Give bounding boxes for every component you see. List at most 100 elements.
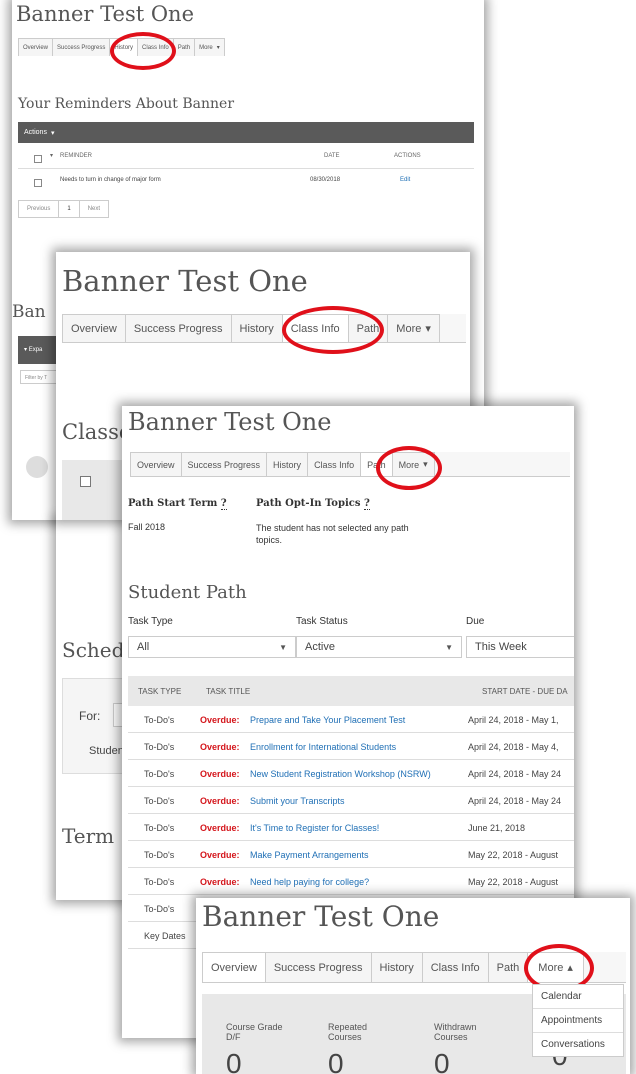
tab-history[interactable]: History [230,314,283,342]
expand-label: Expa [28,347,43,353]
tab-bar: Overview Success Progress History Class … [62,314,466,343]
tab-history[interactable]: History [266,452,309,476]
task-type-cell: To-Do's [144,877,175,887]
task-type-select[interactable]: All ▼ [128,636,296,658]
tab-success-progress[interactable]: Success Progress [264,952,372,982]
task-dates-cell: April 24, 2018 - May 1, [468,715,559,725]
task-dates-cell: June 21, 2018 [468,823,526,833]
col-dates[interactable]: START DATE - DUE DA [482,687,568,696]
tab-overview[interactable]: Overview [130,452,182,476]
task-type-cell: To-Do's [144,715,175,725]
task-dates-cell: April 24, 2018 - May 24 [468,769,562,779]
table-row: Needs to turn in change of major form 08… [18,170,474,190]
stat-course-grade: Course Grade D/F 0 [226,1022,286,1074]
table-row: To-Do's Overdue: Enrollment for Internatio… [128,733,574,760]
table-row: To-Do's Overdue: Make Payment Arrangements… [128,841,574,868]
tab-class-info[interactable]: Class Info [307,452,362,476]
task-type-value: All [137,641,150,653]
reminder-text: Needs to turn in change of major form [60,177,161,183]
edit-link[interactable]: Edit [400,177,410,183]
for-label: For: [79,709,101,723]
overdue-label: Overdue: [200,850,240,860]
col-task-title[interactable]: TASK TITLE [206,687,250,696]
task-title-link[interactable]: Prepare and Take Your Placement Test [250,715,405,725]
stat-label: Repeated Courses [328,1022,368,1042]
opt-in-text: Path Opt-In Topics [256,498,361,509]
table-row: To-Do's Overdue: Prepare and Take Your Pla… [128,706,574,733]
header-checkbox[interactable] [80,476,91,487]
filter-task-status-label: Task Status [296,616,348,627]
menu-item-conversations[interactable]: Conversations [533,1033,623,1056]
previous-button[interactable]: Previous [18,200,60,218]
tab-success-progress[interactable]: Success Progress [180,452,268,476]
caret-down-icon: ▾ [50,129,55,137]
tasks-header: TASK TYPE TASK TITLE START DATE - DUE DA [128,676,574,706]
tab-overview[interactable]: Overview [202,952,266,982]
tab-more-label: More [396,322,422,335]
help-icon[interactable]: ? [363,498,370,510]
actions-label: Actions [24,129,47,136]
task-dates-cell: April 24, 2018 - May 24 [468,796,562,806]
task-type-cell: To-Do's [144,850,175,860]
overdue-label: Overdue: [200,796,240,806]
task-type-cell: To-Do's [144,742,175,752]
help-icon[interactable]: ? [220,498,227,510]
table-row: To-Do's Overdue: New Student Registration … [128,760,574,787]
highlight-circle [282,306,384,354]
task-status-select[interactable]: Active ▼ [296,636,462,658]
task-type-cell: To-Do's [144,769,175,779]
dropdown-arrow-icon: ▼ [279,642,287,652]
tab-path[interactable]: Path [172,38,196,56]
task-dates-cell: May 22, 2018 - August [468,850,559,860]
panel-class-info-lower: Sched For: Studen Term [56,520,128,900]
task-title-link[interactable]: Submit your Transcripts [250,796,345,806]
opt-in-label: Path Opt-In Topics ? [256,498,370,510]
due-select[interactable]: This Week [466,636,574,658]
page-1-button[interactable]: 1 [58,200,80,218]
tab-path[interactable]: Path [487,952,529,982]
student-name-title: Banner Test One [202,900,440,933]
task-title-link[interactable]: New Student Registration Workshop (NSRW) [250,769,431,779]
tab-more[interactable]: More ▾ [387,314,440,342]
col-reminder[interactable]: REMINDER [60,153,92,159]
select-all-checkbox[interactable] [34,155,42,163]
section-heading-partial: Ban [12,302,46,322]
path-start-text: Path Start Term [128,498,218,509]
tab-bar: Overview Success Progress History Class … [130,452,570,477]
task-title-link[interactable]: Make Payment Arrangements [250,850,369,860]
actions-bar[interactable]: Actions ▾ [18,122,474,143]
table-row: To-Do's Overdue: Submit your Transcripts Ap… [128,787,574,814]
tab-overview[interactable]: Overview [62,314,126,342]
path-start-value: Fall 2018 [128,522,166,532]
overdue-label: Overdue: [200,823,240,833]
stat-value: 0 [434,1048,450,1074]
tab-success-progress[interactable]: Success Progress [124,314,232,342]
tab-class-info[interactable]: Class Info [421,952,489,982]
student-path-heading: Student Path [128,582,247,603]
col-task-type[interactable]: TASK TYPE [138,687,181,696]
tab-more[interactable]: More ▾ [194,38,225,56]
tab-history[interactable]: History [370,952,423,982]
caret-down-icon: ▾ [216,45,220,51]
stat-value: 0 [226,1048,242,1074]
next-button[interactable]: Next [78,200,110,218]
task-dates-cell: April 24, 2018 - May 4, [468,742,559,752]
tab-success-progress[interactable]: Success Progress [52,38,111,56]
col-date[interactable]: DATE [324,153,340,159]
term-heading-partial: Term [62,824,115,848]
task-status-value: Active [305,641,335,653]
task-type-cell: To-Do's [144,904,175,914]
stat-withdrawn-courses: Withdrawn Courses 0 [434,1022,494,1074]
opt-in-value: The student has not selected any path to… [256,523,409,545]
caret-down-icon: ▾ [425,323,431,335]
overdue-label: Overdue: [200,742,240,752]
stat-value: 0 [328,1048,344,1074]
menu-item-appointments[interactable]: Appointments [533,1009,623,1033]
task-title-link[interactable]: It's Time to Register for Classes! [250,823,379,833]
task-title-link[interactable]: Enrollment for International Students [250,742,396,752]
row-checkbox[interactable] [34,179,42,187]
tab-overview[interactable]: Overview [18,38,54,56]
menu-item-calendar[interactable]: Calendar [533,985,623,1009]
task-title-link[interactable]: Need help paying for college? [250,877,369,887]
pagination: Previous 1 Next [18,200,110,218]
